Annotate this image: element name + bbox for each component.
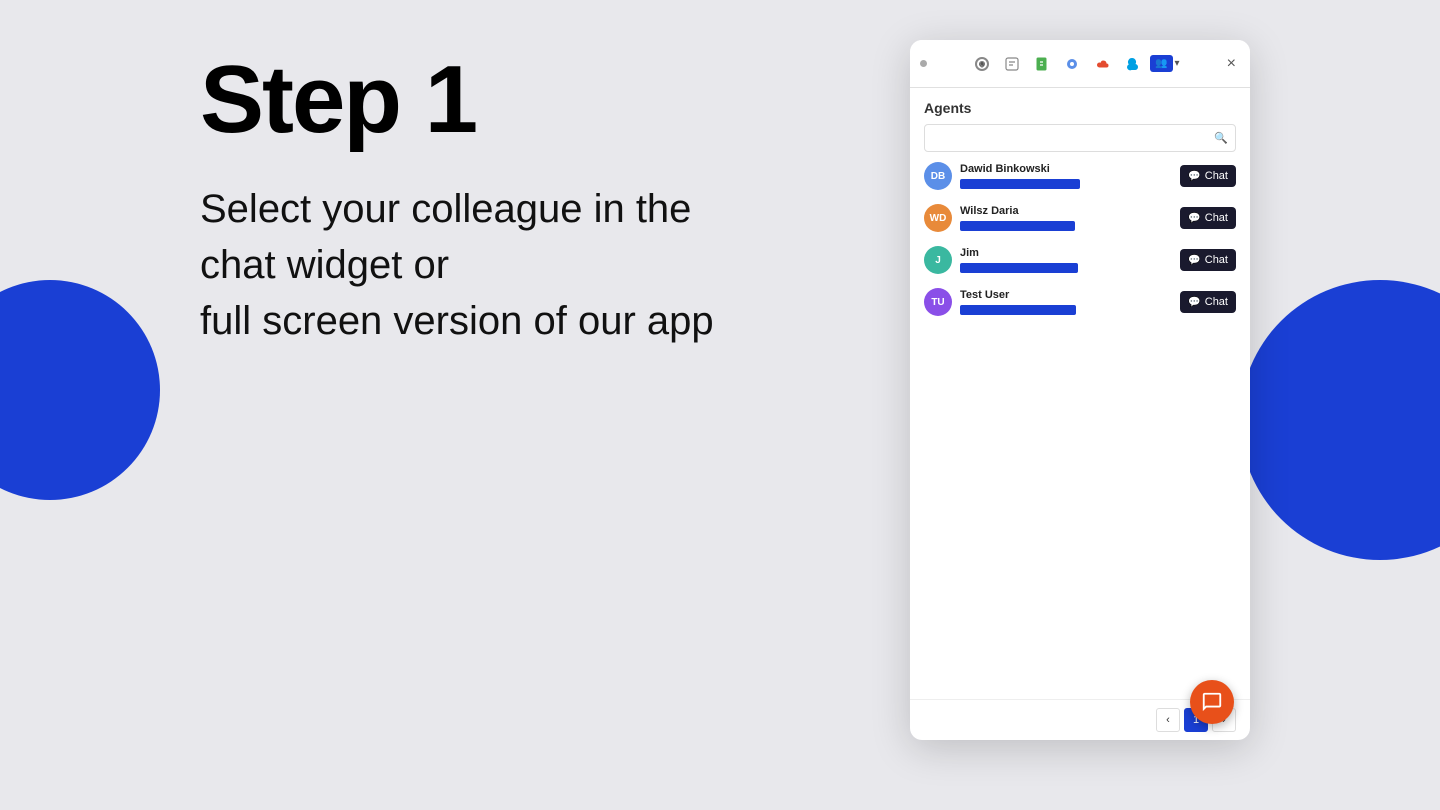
toolbar-icons: 👥 ▾ (931, 52, 1219, 76)
agent-avatar: TU (924, 288, 952, 316)
close-button[interactable]: × (1223, 53, 1240, 75)
agent-info: Test User (960, 289, 1172, 315)
agent-info: Jim (960, 247, 1172, 273)
decorative-circle-left (0, 280, 160, 500)
chat-bubble-icon (1201, 691, 1223, 713)
chat-button-label: Chat (1205, 170, 1228, 182)
chat-widget: 👥 ▾ × Agents 🔍 DBDawid Binkowski💬ChatWDW… (910, 40, 1250, 740)
active-group-indicator[interactable]: 👥 ▾ (1150, 55, 1179, 72)
cloud-icon[interactable] (1090, 52, 1114, 76)
agent-status-bar (960, 305, 1076, 315)
chat-icon: 💬 (1188, 171, 1200, 182)
decorative-circle-right (1240, 280, 1440, 560)
agent-avatar: DB (924, 162, 952, 190)
floating-chat-button[interactable] (1190, 680, 1234, 724)
agent-item: DB Dawid Binkowski 💬 Chat (924, 162, 1236, 190)
toolbar-dot (920, 60, 927, 67)
chat-button-label: Chat (1205, 296, 1228, 308)
agents-list: DB Dawid Binkowski 💬 Chat WD Wilsz Daria 💬 Chat… (910, 162, 1250, 699)
agent-name: Wilsz Daria (960, 205, 1172, 217)
description-line1: Select your colleague in the (200, 187, 691, 231)
chat-icon: 💬 (1188, 255, 1200, 266)
agent-info: Dawid Binkowski (960, 163, 1172, 189)
description-line2: chat widget or (200, 243, 449, 287)
ring-icon[interactable] (1060, 52, 1084, 76)
chat-icon: 💬 (1188, 297, 1200, 308)
widget-body: Agents 🔍 DB Dawid Binkowski 💬 Chat WD Wilsz D… (910, 88, 1250, 740)
agent-chat-button[interactable]: 💬 Chat (1180, 249, 1236, 271)
search-icon: 🔍 (1214, 132, 1228, 145)
agent-status-bar (960, 221, 1075, 231)
agent-status-bar (960, 263, 1078, 273)
agent-chat-button[interactable]: 💬 Chat (1180, 165, 1236, 187)
left-content-area: Step 1 Select your colleague in the chat… (200, 50, 714, 349)
step-title: Step 1 (200, 50, 714, 151)
salesforce-icon[interactable] (1120, 52, 1144, 76)
book-icon[interactable] (1030, 52, 1054, 76)
mention-icon[interactable] (970, 52, 994, 76)
description-line3: full screen version of our app (200, 299, 714, 343)
chat-icon: 💬 (1188, 213, 1200, 224)
agent-chat-button[interactable]: 💬 Chat (1180, 207, 1236, 229)
prev-page-button[interactable]: ‹ (1156, 708, 1180, 732)
agent-chat-button[interactable]: 💬 Chat (1180, 291, 1236, 313)
chevron-down-icon: ▾ (1175, 58, 1180, 69)
agent-info: Wilsz Daria (960, 205, 1172, 231)
leathor-icon[interactable] (1000, 52, 1024, 76)
agent-item: TU Test User 💬 Chat (924, 288, 1236, 316)
agent-status-bar (960, 179, 1080, 189)
agent-name: Test User (960, 289, 1172, 301)
agent-avatar: J (924, 246, 952, 274)
step-description: Select your colleague in the chat widget… (200, 181, 714, 349)
group-icon: 👥 (1150, 55, 1172, 72)
agent-item: J Jim 💬 Chat (924, 246, 1236, 274)
agent-avatar: WD (924, 204, 952, 232)
search-input[interactable] (924, 124, 1236, 152)
agent-item: WD Wilsz Daria 💬 Chat (924, 204, 1236, 232)
agents-header: Agents (910, 88, 1250, 124)
agent-name: Jim (960, 247, 1172, 259)
agents-search[interactable]: 🔍 (924, 124, 1236, 152)
chat-button-label: Chat (1205, 212, 1228, 224)
chat-button-label: Chat (1205, 254, 1228, 266)
widget-toolbar: 👥 ▾ × (910, 40, 1250, 88)
agent-name: Dawid Binkowski (960, 163, 1172, 175)
